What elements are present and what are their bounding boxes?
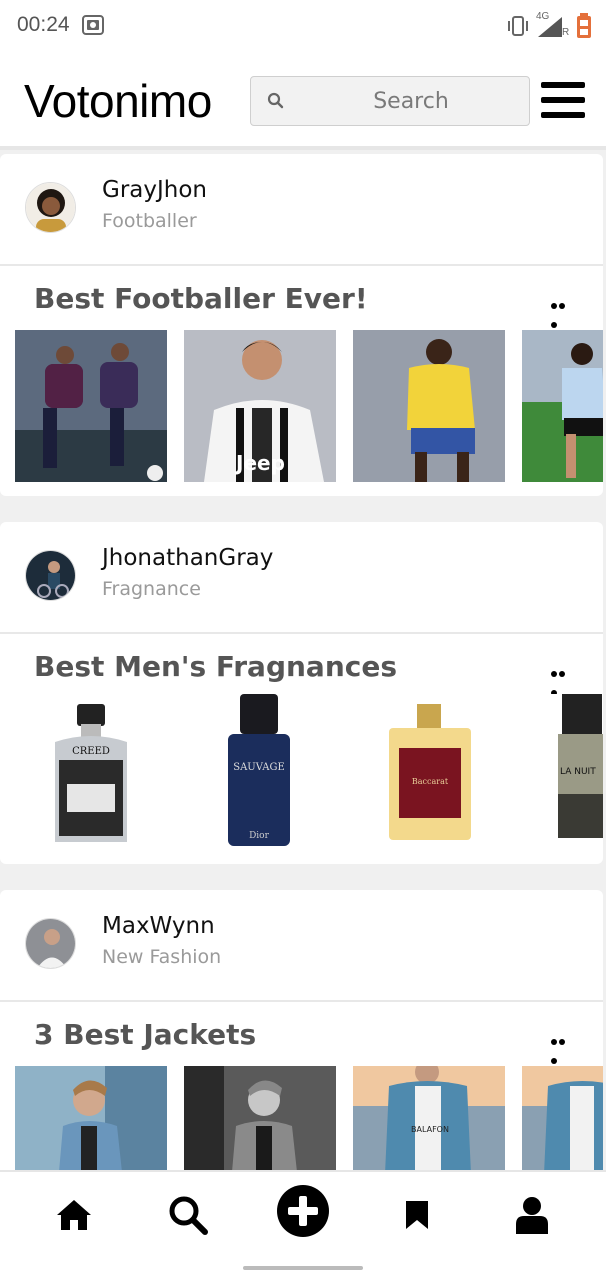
signal-icon: 4G R [536,11,570,39]
user-tag: Footballer [102,210,197,232]
post-title[interactable]: 3 Best Jackets [34,1018,256,1051]
post-title[interactable]: Best Footballer Ever! [34,282,368,315]
add-icon[interactable] [276,1184,330,1238]
post-title[interactable]: Best Men's Fragnances [34,650,397,683]
search-icon[interactable] [163,1190,213,1240]
image-carousel[interactable]: BALAFON [15,1066,603,1170]
svg-text:SAUVAGE: SAUVAGE [233,762,285,773]
avatar[interactable] [25,182,76,233]
bottom-nav [0,1170,606,1256]
gesture-home-bar[interactable] [243,1266,363,1270]
vibrate-icon [508,16,528,36]
bookmark-icon[interactable] [392,1190,442,1240]
post-user-row[interactable]: GrayJhon Footballer [0,154,603,266]
fragrance-image-1[interactable]: CREED [15,694,167,846]
search-input[interactable] [301,77,521,125]
footballer-image-2[interactable]: Jeep [184,330,336,482]
roaming-indicator: R [562,27,570,38]
post-card: MaxWynn New Fashion 3 Best Jackets BALAF… [0,890,603,1170]
search-box[interactable] [250,76,530,126]
footballer-image-4[interactable] [522,330,603,482]
image-carousel[interactable]: CREED SAUVAGE Dior Baccarat LA NUIT [15,694,603,846]
post-card: JhonathanGray Fragnance Best Men's Fragn… [0,522,603,864]
home-icon[interactable] [49,1190,99,1240]
user-tag: Fragnance [102,578,201,600]
jacket-image-4[interactable] [522,1066,603,1170]
svg-text:LA NUIT: LA NUIT [560,767,596,777]
post-user-row[interactable]: MaxWynn New Fashion [0,890,603,1002]
image-carousel[interactable]: Jeep [15,330,603,482]
app-title: Votonimo [24,75,212,127]
status-time: 00:24 [17,13,70,36]
svg-text:CREED: CREED [72,746,110,757]
avatar[interactable] [25,550,76,601]
user-name[interactable]: JhonathanGray [102,545,273,571]
status-bar: 00:24 4G R [0,0,606,52]
fragrance-image-3[interactable]: Baccarat [353,694,505,846]
profile-icon[interactable] [507,1190,557,1240]
screenshot-icon [82,15,104,35]
more-horizontal-icon[interactable] [551,294,573,328]
footballer-image-1[interactable] [15,330,167,482]
more-horizontal-icon[interactable] [551,662,573,696]
jacket-image-1[interactable] [15,1066,167,1170]
svg-text:BALAFON: BALAFON [411,1125,449,1134]
svg-text:Baccarat: Baccarat [412,777,449,786]
fragrance-image-4[interactable]: LA NUIT [522,694,603,846]
status-icons: 4G R [506,11,592,39]
menu-icon[interactable] [541,82,587,122]
user-name[interactable]: GrayJhon [102,177,207,203]
fragrance-image-2[interactable]: SAUVAGE Dior [184,694,336,846]
jacket-image-2[interactable] [184,1066,336,1170]
avatar[interactable] [25,918,76,969]
search-icon [267,92,284,109]
svg-text:Dior: Dior [249,831,270,841]
jacket-image-3[interactable]: BALAFON [353,1066,505,1170]
user-name[interactable]: MaxWynn [102,913,215,939]
footballer-image-3[interactable] [353,330,505,482]
more-horizontal-icon[interactable] [551,1030,573,1064]
feed: GrayJhon Footballer Best Footballer Ever… [0,154,603,1170]
svg-text:Jeep: Jeep [234,451,285,475]
user-tag: New Fashion [102,946,222,968]
battery-icon [577,13,591,38]
post-user-row[interactable]: JhonathanGray Fragnance [0,522,603,634]
app-header: Votonimo [0,52,606,150]
post-card: GrayJhon Footballer Best Footballer Ever… [0,154,603,496]
